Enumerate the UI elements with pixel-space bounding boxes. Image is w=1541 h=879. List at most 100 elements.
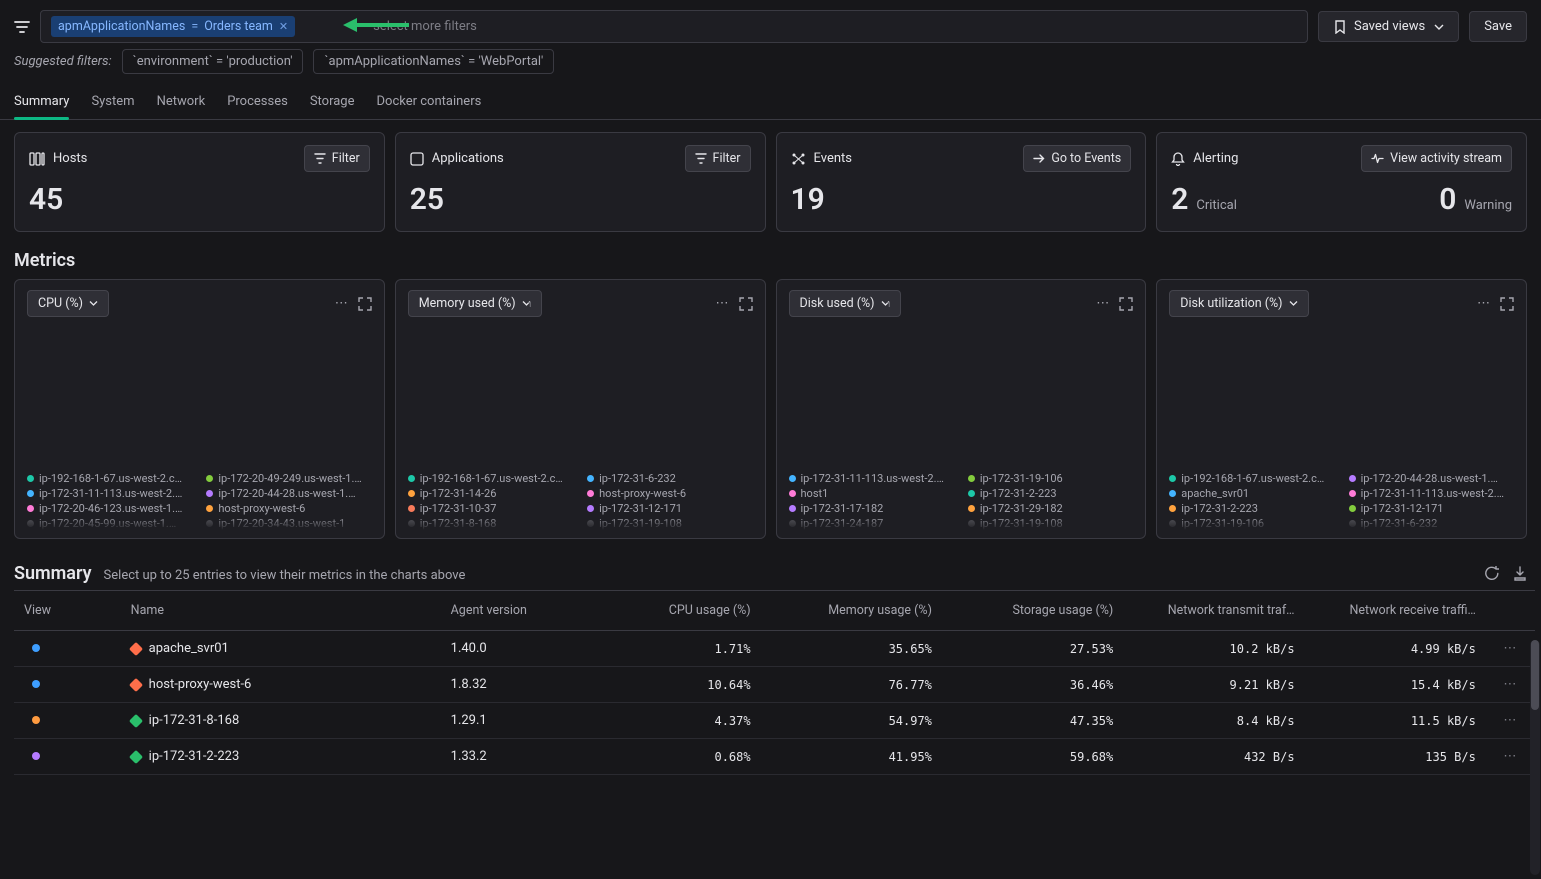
hosts-filter-button[interactable]: Filter [304,145,370,172]
legend-item[interactable]: ip-172-31-11-113.us-west-2.… [1349,487,1514,500]
suggested-chip[interactable]: `environment` = 'production' [122,49,304,74]
column-header[interactable]: View [14,591,121,631]
legend-item[interactable]: ip-192-168-1-67.us-west-2.c… [27,472,192,485]
metric-dropdown[interactable]: Disk used (%) 1008060402008:00am8:10am8:… [789,290,901,317]
expand-icon[interactable] [1119,297,1133,311]
column-header[interactable]: Name [121,591,441,631]
storage-usage: 36.46% [942,667,1123,703]
summary-hint: Select up to 25 entries to view their me… [104,568,466,583]
legend-item[interactable]: ip-172-20-44-28.us-west-1.… [1349,472,1514,485]
column-header[interactable]: Agent version [441,591,601,631]
view-activity-button[interactable]: View activity stream [1361,145,1512,172]
legend-item[interactable]: ip-192-168-1-67.us-west-2.c… [1169,472,1334,485]
tab-network[interactable]: Network [157,86,206,119]
legend-item[interactable]: ip-172-31-2-223 [968,487,1133,500]
download-icon[interactable] [1513,566,1527,581]
legend-item[interactable]: host1 [789,487,954,500]
save-button[interactable]: Save [1469,11,1527,42]
legend-dot-icon [27,505,34,512]
row-menu-icon[interactable]: ⋯ [1486,667,1535,703]
legend-item[interactable]: apache_svr01 [1169,487,1334,500]
metric-dropdown[interactable]: Disk utilization (%) 432108:00am8:10am8:… [1169,290,1308,317]
net-rx: 15.4 kB/s [1305,667,1486,703]
legend-text: ip-172-31-2-223 [1181,502,1258,515]
tab-storage[interactable]: Storage [310,86,355,119]
legend-item[interactable]: ip-172-31-19-106 [1169,517,1334,530]
suggested-chip[interactable]: `apmApplicationNames` = 'WebPortal' [313,49,554,74]
column-header[interactable]: Storage usage (%) [942,591,1123,631]
table-row[interactable]: ip-172-31-8-168 1.29.1 4.37% 54.97% 47.3… [14,703,1535,739]
legend-item[interactable]: ip-172-31-10-37 [408,502,573,515]
row-menu-icon[interactable]: ⋯ [1486,703,1535,739]
legend-item[interactable]: ip-172-31-11-113.us-west-2.… [27,487,192,500]
save-label: Save [1484,19,1512,34]
expand-icon[interactable] [1500,297,1514,311]
legend-item[interactable]: ip-172-20-34-43.us-west-1 [206,517,371,530]
memory-usage: 76.77% [761,667,942,703]
table-row[interactable]: apache_svr01 1.40.0 1.71% 35.65% 27.53% … [14,631,1535,667]
legend-item[interactable]: ip-172-31-12-171 [1349,502,1514,515]
refresh-icon[interactable] [1484,566,1499,581]
table-row[interactable]: ip-172-31-2-223 1.33.2 0.68% 41.95% 59.6… [14,739,1535,775]
legend-item[interactable]: ip-172-31-8-168 [408,517,573,530]
warning-label: Warning [1464,198,1512,213]
row-name: ip-172-31-8-168 [149,713,240,728]
row-menu-icon[interactable]: ⋯ [1486,739,1535,775]
legend-item[interactable]: ip-172-20-45-99.us-west-1.… [27,517,192,530]
scrollbar[interactable] [1530,640,1540,875]
net-tx: 9.21 kB/s [1123,667,1304,703]
more-icon[interactable]: ⋯ [1477,296,1490,311]
legend-item[interactable]: ip-172-20-44-28.us-west-1.… [206,487,371,500]
saved-views-button[interactable]: Saved views [1318,11,1459,42]
tab-summary[interactable]: Summary [14,86,69,119]
legend-item[interactable]: ip-172-31-6-232 [1349,517,1514,530]
legend-item[interactable]: ip-172-31-19-108 [587,517,752,530]
more-icon[interactable]: ⋯ [1096,296,1109,311]
column-header[interactable]: Network receive traffi… [1305,591,1486,631]
legend-item[interactable]: ip-172-31-19-108 [968,517,1133,530]
legend-text: ip-172-31-6-232 [1361,517,1438,530]
metric-dropdown[interactable]: Memory used (%) 1008060402008:00am8:10am… [408,290,542,317]
apps-filter-button[interactable]: Filter [685,145,751,172]
column-header[interactable]: CPU usage (%) [601,591,761,631]
filter-input[interactable]: apmApplicationNames = Orders team ✕ sele… [40,10,1308,43]
legend-dot-icon [206,505,213,512]
remove-tag-icon[interactable]: ✕ [279,20,288,33]
events-label: Events [814,151,852,166]
legend-item[interactable]: host-proxy-west-6 [206,502,371,515]
row-name: ip-172-31-2-223 [149,749,240,764]
column-header[interactable] [1486,591,1535,631]
more-icon[interactable]: ⋯ [335,296,348,311]
column-header[interactable]: Network transmit traf… [1123,591,1304,631]
legend-item[interactable]: ip-172-31-29-182 [968,502,1133,515]
expand-icon[interactable] [739,297,753,311]
legend-text: ip-172-20-49-249.us-west-1.… [218,472,361,485]
legend-item[interactable]: ip-172-31-17-182 [789,502,954,515]
legend-text: host-proxy-west-6 [218,502,305,515]
column-header[interactable]: Memory usage (%) [761,591,942,631]
tab-system[interactable]: System [91,86,134,119]
legend-item[interactable]: host-proxy-west-6 [587,487,752,500]
legend-item[interactable]: ip-172-20-49-249.us-west-1.… [206,472,371,485]
expand-icon[interactable] [358,297,372,311]
tab-processes[interactable]: Processes [227,86,288,119]
more-icon[interactable]: ⋯ [716,296,729,311]
legend-item[interactable]: ip-172-31-14-26 [408,487,573,500]
metric-dropdown[interactable]: CPU (%) 25201510508:00am8:10am8:20am8:3 [27,290,109,317]
legend-item[interactable]: ip-172-31-11-113.us-west-2.… [789,472,954,485]
row-menu-icon[interactable]: ⋯ [1486,631,1535,667]
legend-item[interactable]: ip-172-31-24-187 [789,517,954,530]
net-rx: 4.99 kB/s [1305,631,1486,667]
legend-item[interactable]: ip-172-31-19-106 [968,472,1133,485]
table-row[interactable]: host-proxy-west-6 1.8.32 10.64% 76.77% 3… [14,667,1535,703]
legend-item[interactable]: ip-172-31-2-223 [1169,502,1334,515]
go-to-events-button[interactable]: Go to Events [1023,145,1131,172]
legend-item[interactable]: ip-192-168-1-67.us-west-2.c… [408,472,573,485]
filter-tag[interactable]: apmApplicationNames = Orders team ✕ [51,16,295,37]
alerting-card: Alerting View activity stream 2 Critical… [1156,132,1527,232]
legend-item[interactable]: ip-172-31-12-171 [587,502,752,515]
legend-item[interactable]: ip-172-20-46-123.us-west-1.… [27,502,192,515]
legend-dot-icon [789,475,796,482]
legend-item[interactable]: ip-172-31-6-232 [587,472,752,485]
tab-docker[interactable]: Docker containers [377,86,482,119]
